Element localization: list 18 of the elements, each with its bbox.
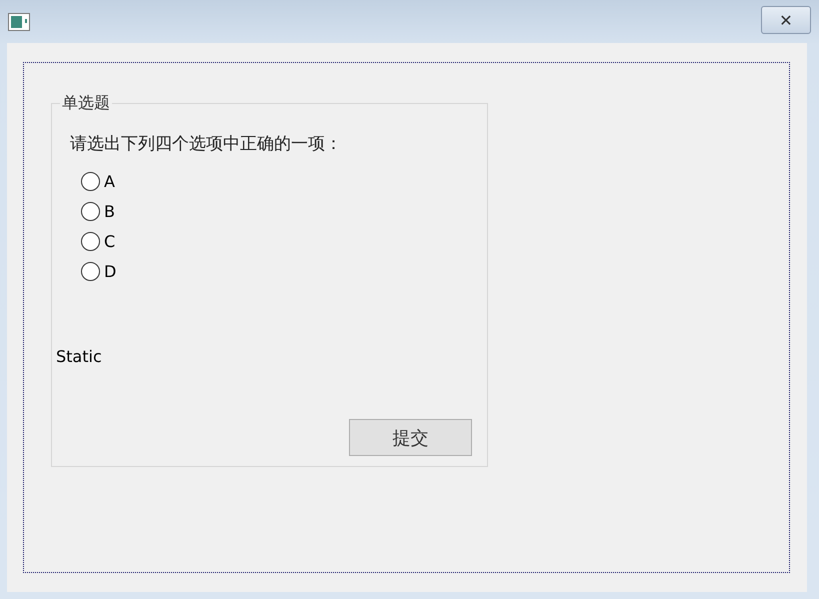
- submit-button[interactable]: 提交: [349, 419, 472, 456]
- radio-option[interactable]: A: [81, 172, 115, 191]
- group-title: 单选题: [61, 94, 111, 114]
- radio-icon[interactable]: [81, 262, 100, 281]
- radio-icon[interactable]: [81, 202, 100, 221]
- radio-icon[interactable]: [81, 172, 100, 191]
- window-icon: [8, 12, 30, 30]
- radio-option[interactable]: C: [81, 232, 116, 251]
- radio-option[interactable]: D: [81, 262, 116, 281]
- radio-icon[interactable]: [81, 232, 100, 251]
- option-label: B: [104, 202, 115, 221]
- option-label: A: [104, 172, 115, 191]
- question-text: 请选出下列四个选项中正确的一项：: [70, 133, 342, 155]
- close-button[interactable]: ✕: [761, 6, 811, 34]
- option-label: C: [104, 232, 116, 251]
- radio-option[interactable]: B: [81, 202, 115, 221]
- option-label: D: [104, 262, 116, 281]
- static-label: Static: [56, 347, 102, 366]
